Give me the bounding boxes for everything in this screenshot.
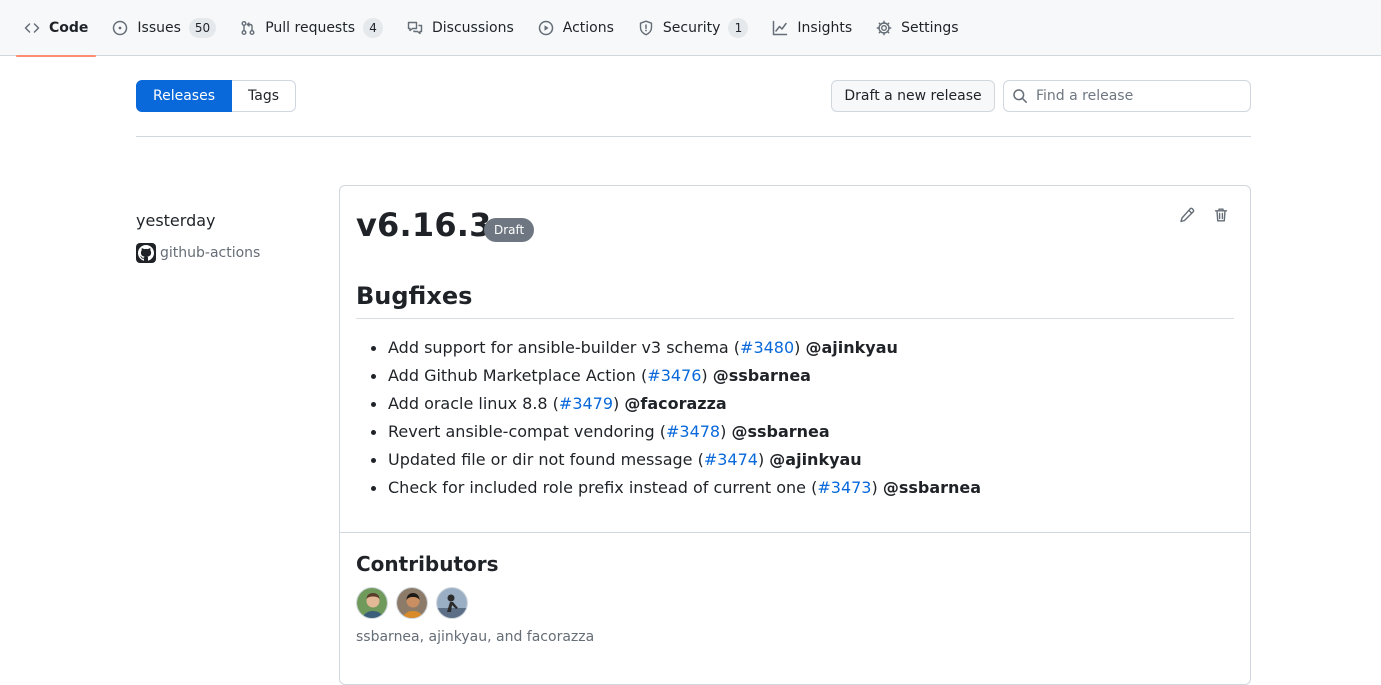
user-mention[interactable]: @ssbarnea	[713, 366, 811, 385]
user-mention[interactable]: @ajinkyau	[805, 338, 897, 357]
draft-new-release-button[interactable]: Draft a new release	[831, 80, 995, 112]
release-date[interactable]: yesterday	[136, 211, 216, 230]
contributors-list: ssbarnea, ajinkyau, and facorazza	[356, 629, 595, 645]
user-mention[interactable]: @ssbarnea	[883, 478, 981, 497]
tab-insights[interactable]: Insights	[764, 0, 860, 56]
contributors-divider	[340, 532, 1250, 533]
avatar[interactable]	[356, 587, 388, 619]
gear-icon	[876, 20, 892, 36]
tab-settings[interactable]: Settings	[868, 0, 966, 56]
tab-issues-label: Issues	[137, 20, 181, 36]
user-mention[interactable]: @ssbarnea	[731, 422, 829, 441]
avatar[interactable]	[396, 587, 428, 619]
tab-security-label: Security	[662, 20, 721, 36]
list-item: Revert ansible-compat vendoring (#3478) …	[356, 418, 981, 446]
shield-icon	[638, 20, 654, 36]
pr-link[interactable]: #3473	[817, 478, 871, 497]
bugfixes-heading: Bugfixes	[356, 282, 1234, 319]
play-icon	[538, 20, 554, 36]
pr-link[interactable]: #3479	[559, 394, 613, 413]
github-mark-icon	[136, 243, 156, 263]
user-mention[interactable]: @ajinkyau	[769, 450, 861, 469]
search-icon	[1012, 88, 1028, 104]
tab-pull-requests-label: Pull requests	[265, 20, 356, 36]
tab-discussions[interactable]: Discussions	[399, 0, 522, 56]
tab-code-label: Code	[49, 20, 89, 36]
release-search-input[interactable]	[1036, 88, 1236, 104]
list-item: Add support for ansible-builder v3 schem…	[356, 334, 981, 362]
draft-status-badge: Draft	[484, 218, 535, 242]
releases-tab-button[interactable]: Releases	[136, 80, 232, 112]
release-author[interactable]: github-actions	[136, 243, 260, 263]
list-item: Updated file or dir not found message (#…	[356, 446, 981, 474]
header-divider	[136, 136, 1251, 137]
pull-requests-count-badge: 4	[363, 18, 384, 38]
tab-pull-requests[interactable]: Pull requests 4	[232, 0, 391, 56]
contributors-heading: Contributors	[356, 552, 499, 576]
tab-settings-label: Settings	[901, 20, 959, 36]
issues-count-badge: 50	[188, 18, 217, 38]
security-count-badge: 1	[728, 18, 749, 38]
git-pull-request-icon	[240, 20, 256, 36]
edit-release-button[interactable]	[1176, 206, 1198, 228]
tab-insights-label: Insights	[797, 20, 853, 36]
list-item: Add oracle linux 8.8 (#3479) @facorazza	[356, 390, 981, 418]
release-search	[1003, 80, 1251, 112]
release-card: v6.16.3 Draft Bugfixes Add support for a…	[339, 185, 1251, 685]
repo-nav: Code Issues 50 Pull requests 4 Discussio…	[0, 0, 1381, 57]
tab-actions[interactable]: Actions	[530, 0, 622, 56]
tab-discussions-label: Discussions	[432, 20, 514, 36]
code-icon	[24, 20, 40, 36]
delete-release-button[interactable]	[1210, 206, 1232, 228]
repo-nav-list: Code Issues 50 Pull requests 4 Discussio…	[0, 0, 1381, 57]
releases-tags-toggle: Releases Tags	[136, 80, 296, 112]
tab-code[interactable]: Code	[16, 0, 97, 57]
user-mention[interactable]: @facorazza	[624, 394, 726, 413]
release-title[interactable]: v6.16.3	[356, 206, 492, 244]
list-item: Check for included role prefix instead o…	[356, 474, 981, 502]
issue-opened-icon	[112, 20, 128, 36]
pr-link[interactable]: #3480	[740, 338, 794, 357]
release-author-name: github-actions	[160, 245, 261, 261]
pr-link[interactable]: #3478	[666, 422, 720, 441]
tab-issues[interactable]: Issues 50	[104, 0, 224, 56]
pr-link[interactable]: #3476	[647, 366, 701, 385]
bugfix-list: Add support for ansible-builder v3 schem…	[356, 334, 981, 502]
contributor-avatars	[356, 587, 476, 619]
tags-tab-button[interactable]: Tags	[232, 80, 296, 112]
tab-security[interactable]: Security 1	[630, 0, 757, 56]
graph-icon	[772, 20, 788, 36]
tab-actions-label: Actions	[562, 20, 614, 36]
comment-discussion-icon	[407, 20, 423, 36]
pr-link[interactable]: #3474	[704, 450, 758, 469]
avatar[interactable]	[436, 587, 468, 619]
trash-icon	[1213, 207, 1229, 227]
pencil-icon	[1179, 207, 1195, 227]
list-item: Add Github Marketplace Action (#3476) @s…	[356, 362, 981, 390]
